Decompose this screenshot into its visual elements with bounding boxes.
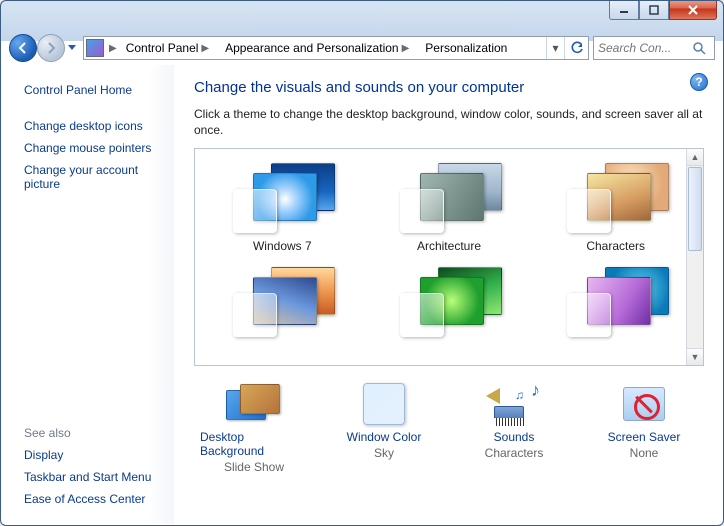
option-value: Sky [374, 446, 394, 460]
theme-windows-7[interactable]: Windows 7 [199, 157, 366, 261]
minimize-button[interactable] [609, 0, 639, 20]
theme-label: Characters [586, 239, 645, 253]
see-also-label: See also [24, 420, 164, 444]
option-label: Desktop Background [200, 430, 308, 458]
window-frame: ▶ Control Panel▶ Appearance and Personal… [0, 0, 724, 526]
sounds-icon: ♪♫ [486, 382, 542, 426]
theme-item[interactable] [532, 261, 699, 345]
theme-item[interactable] [366, 261, 533, 345]
sidebar-link-mouse-pointers[interactable]: Change mouse pointers [24, 137, 164, 159]
main-content: ? Change the visuals and sounds on your … [174, 65, 722, 524]
personalization-options: Desktop Background Slide Show Window Col… [194, 382, 704, 474]
sidebar-seealso-display[interactable]: Display [24, 444, 164, 466]
option-value: Characters [485, 446, 544, 460]
sidebar-seealso-ease-of-access[interactable]: Ease of Access Center [24, 488, 164, 510]
help-button[interactable]: ? [690, 73, 708, 91]
scroll-down-button[interactable]: ▼ [687, 348, 703, 365]
address-bar[interactable]: ▶ Control Panel▶ Appearance and Personal… [83, 36, 589, 60]
sidebar: Control Panel Home Change desktop icons … [2, 65, 174, 524]
theme-label: Windows 7 [253, 239, 312, 253]
location-icon [86, 39, 104, 57]
forward-button[interactable] [37, 34, 65, 62]
option-label: Sounds [494, 430, 535, 444]
scroll-thumb[interactable] [688, 167, 702, 251]
option-sounds[interactable]: ♪♫ Sounds Characters [460, 382, 568, 474]
option-label: Screen Saver [608, 430, 681, 444]
scrollbar[interactable]: ▲ ▼ [686, 149, 703, 365]
theme-item[interactable] [199, 261, 366, 345]
page-description: Click a theme to change the desktop back… [194, 106, 704, 138]
theme-list: Windows 7 Architecture Characters [194, 148, 704, 366]
close-button[interactable] [669, 0, 717, 20]
sidebar-seealso-taskbar[interactable]: Taskbar and Start Menu [24, 466, 164, 488]
sidebar-link-account-picture[interactable]: Change your account picture [24, 159, 164, 195]
sidebar-link-desktop-icons[interactable]: Change desktop icons [24, 115, 164, 137]
sidebar-home-link[interactable]: Control Panel Home [24, 79, 164, 101]
option-desktop-background[interactable]: Desktop Background Slide Show [200, 382, 308, 474]
refresh-button[interactable] [564, 37, 588, 59]
address-dropdown[interactable]: ▾ [546, 37, 564, 59]
option-screen-saver[interactable]: Screen Saver None [590, 382, 698, 474]
page-title: Change the visuals and sounds on your co… [194, 79, 704, 96]
titlebar [1, 1, 723, 31]
option-label: Window Color [347, 430, 422, 444]
option-window-color[interactable]: Window Color Sky [330, 382, 438, 474]
search-icon[interactable] [688, 41, 710, 55]
theme-label: Architecture [417, 239, 481, 253]
search-box[interactable] [593, 36, 715, 60]
chevron-right-icon: ▶ [106, 43, 120, 54]
desktop-background-icon [226, 382, 282, 426]
back-button[interactable] [9, 34, 37, 62]
option-value: Slide Show [224, 460, 284, 474]
option-value: None [630, 446, 659, 460]
nav-history-dropdown[interactable] [65, 38, 79, 58]
maximize-button[interactable] [639, 0, 669, 20]
theme-characters[interactable]: Characters [532, 157, 699, 261]
theme-architecture[interactable]: Architecture [366, 157, 533, 261]
breadcrumb-appearance[interactable]: Appearance and Personalization▶ [219, 37, 419, 59]
navigation-bar: ▶ Control Panel▶ Appearance and Personal… [9, 31, 715, 65]
breadcrumb-personalization[interactable]: Personalization [419, 37, 514, 59]
scroll-up-button[interactable]: ▲ [687, 149, 703, 166]
breadcrumb-control-panel[interactable]: Control Panel▶ [120, 37, 219, 59]
search-input[interactable] [594, 41, 688, 55]
screen-saver-icon [616, 382, 672, 426]
window-color-icon [356, 382, 412, 426]
